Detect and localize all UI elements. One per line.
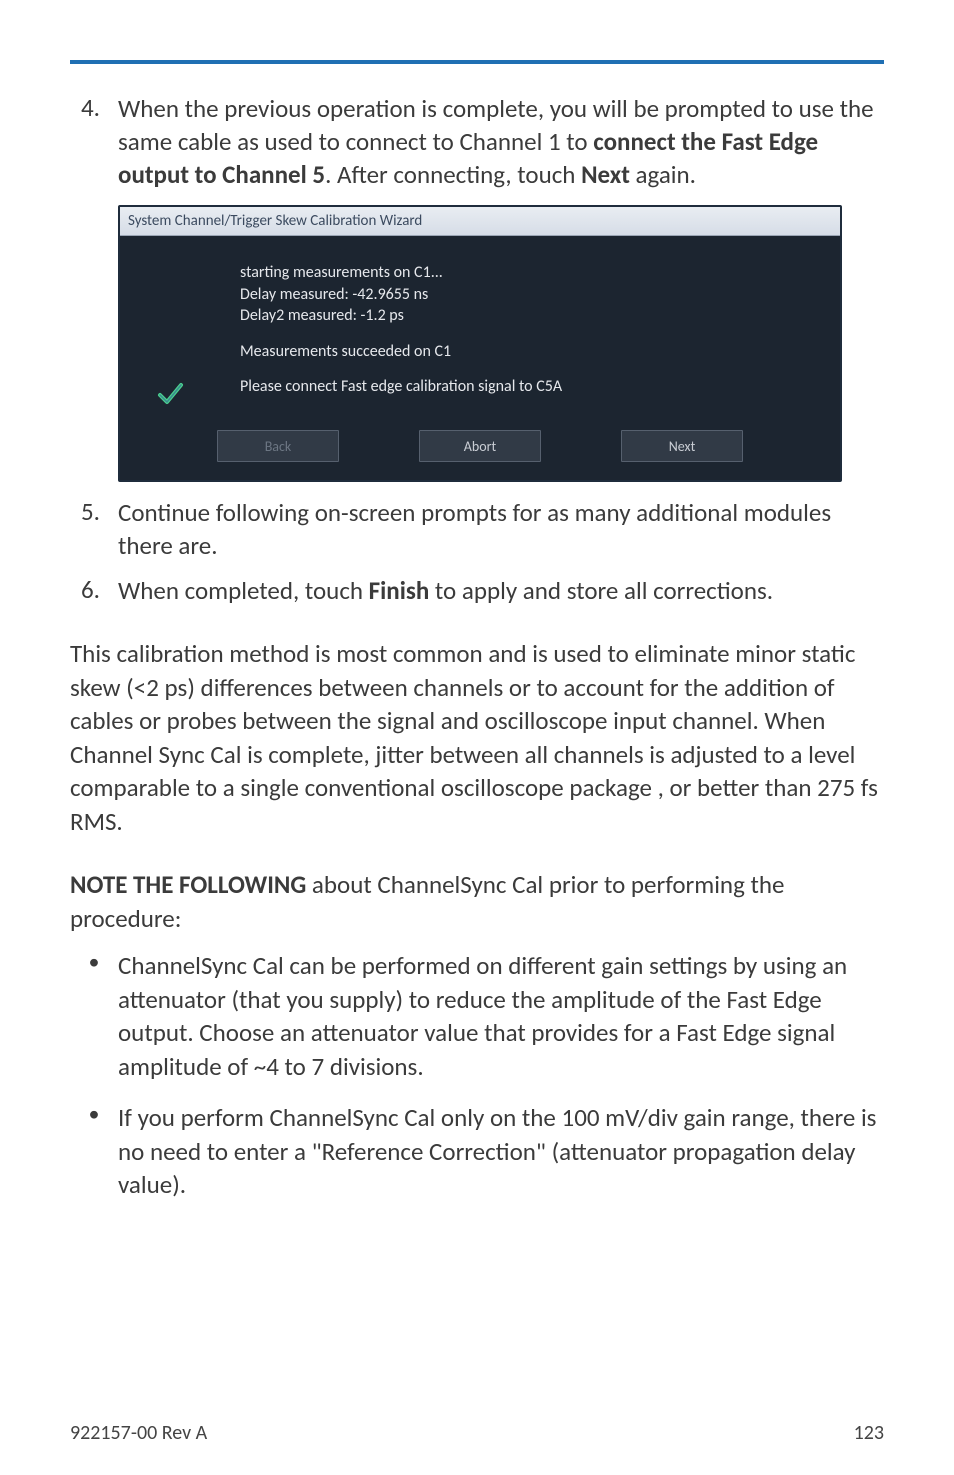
paragraph: This calibration method is most common a… <box>70 637 884 838</box>
wizard-text-col: starting measurements on C1... Delay mea… <box>200 262 820 362</box>
footer-left: 922157-00 Rev A <box>70 1421 207 1445</box>
wizard-body: starting measurements on C1... Delay mea… <box>120 236 840 416</box>
wizard-line: Delay2 measured: -1.2 ps <box>240 305 820 327</box>
bullet-list: • ChannelSync Cal can be performed on di… <box>70 949 884 1202</box>
wizard-title: System Channel/Trigger Skew Calibration … <box>128 212 422 230</box>
step-6: 6. When completed, touch Finish to apply… <box>70 574 884 607</box>
step-body: Continue following on-screen prompts for… <box>118 496 884 562</box>
wizard-dialog: System Channel/Trigger Skew Calibration … <box>118 205 842 482</box>
step-5: 5. Continue following on-screen prompts … <box>70 496 884 562</box>
wizard-line: Delay measured: -42.9655 ns <box>240 284 820 306</box>
bullet-icon: • <box>70 949 118 1083</box>
next-button[interactable]: Next <box>621 430 743 462</box>
bullet-icon: • <box>70 1101 118 1202</box>
wizard-icon-col <box>140 262 200 266</box>
bullet-body: ChannelSync Cal can be performed on diff… <box>118 949 884 1083</box>
step-body: When completed, touch Finish to apply an… <box>118 574 884 607</box>
text: . After connecting, touch <box>325 159 581 190</box>
step-number: 5. <box>70 496 118 562</box>
back-label: Back <box>265 438 292 455</box>
wizard-line: Please connect Fast edge calibration sig… <box>240 376 820 398</box>
abort-button[interactable]: Abort <box>419 430 541 462</box>
step-number: 6. <box>70 574 118 607</box>
footer-right: 123 <box>854 1421 884 1445</box>
note-paragraph: NOTE THE FOLLOWING about ChannelSync Cal… <box>70 868 884 935</box>
text: again. <box>630 159 696 190</box>
page-footer: 922157-00 Rev A 123 <box>70 1421 884 1445</box>
divider <box>70 60 884 64</box>
list-item: • ChannelSync Cal can be performed on di… <box>70 949 884 1083</box>
wizard-titlebar: System Channel/Trigger Skew Calibration … <box>120 207 840 236</box>
note-label: NOTE THE FOLLOWING <box>70 869 306 900</box>
text: to apply and store all corrections. <box>429 575 773 606</box>
back-button[interactable]: Back <box>217 430 339 462</box>
text: When completed, touch <box>118 575 369 606</box>
abort-label: Abort <box>464 438 496 455</box>
wizard-buttons: Back Abort Next <box>120 416 840 480</box>
wizard-line: starting measurements on C1... <box>240 262 820 284</box>
check-icon <box>140 376 200 408</box>
finish-word: Finish <box>369 575 430 606</box>
list-item: • If you perform ChannelSync Cal only on… <box>70 1101 884 1202</box>
page: 4. When the previous operation is comple… <box>0 0 954 1475</box>
wizard-text-col: Please connect Fast edge calibration sig… <box>200 376 820 398</box>
step-number: 4. <box>70 92 118 191</box>
next-word: Next <box>581 159 630 190</box>
bullet-body: If you perform ChannelSync Cal only on t… <box>118 1101 884 1202</box>
step-body: When the previous operation is complete,… <box>118 92 884 191</box>
next-label: Next <box>669 438 696 455</box>
step-4: 4. When the previous operation is comple… <box>70 92 884 191</box>
wizard-line: Measurements succeeded on C1 <box>240 341 820 363</box>
wizard-container: System Channel/Trigger Skew Calibration … <box>118 205 884 482</box>
